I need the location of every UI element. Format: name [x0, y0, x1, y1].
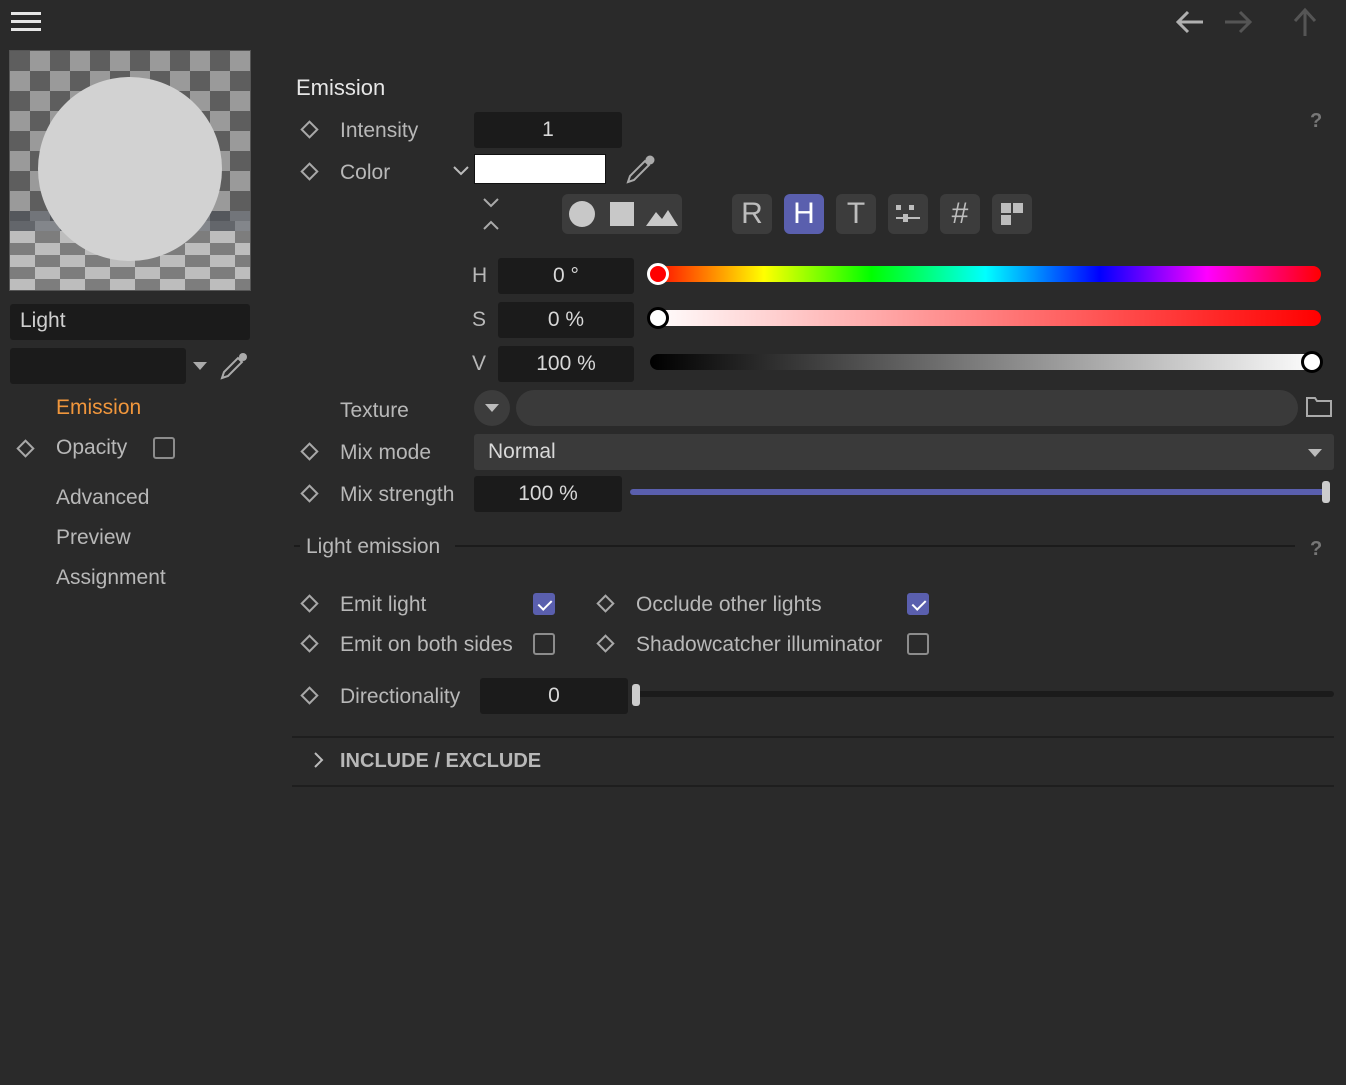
swatches-icon — [1001, 203, 1023, 225]
directionality-slider-track[interactable] — [636, 691, 1334, 697]
mix-mode-value: Normal — [488, 440, 556, 463]
nav-preview[interactable]: Preview — [56, 526, 131, 550]
color-label: Color — [340, 161, 391, 184]
mix-mode-label: Mix mode — [340, 441, 432, 464]
keyframe-diamond-icon[interactable] — [300, 594, 319, 613]
chevron-down-icon — [485, 404, 499, 412]
mixer-mode-button[interactable] — [888, 194, 928, 234]
keyframe-diamond-icon[interactable] — [16, 439, 35, 458]
mix-strength-slider-fill — [630, 489, 1330, 495]
emit-both-sides-checkbox[interactable] — [533, 633, 555, 655]
chevron-down-icon[interactable] — [193, 362, 207, 370]
emit-both-sides-label: Emit on both sides — [340, 633, 513, 656]
help-icon[interactable]: ? — [1310, 538, 1322, 561]
keyframe-diamond-icon[interactable] — [300, 484, 319, 503]
include-exclude-header[interactable]: INCLUDE / EXCLUDE — [340, 748, 541, 774]
v-field[interactable]: 100 % — [498, 346, 634, 382]
shadowcatcher-label: Shadowcatcher illuminator — [636, 633, 883, 656]
value-slider-knob[interactable] — [1301, 351, 1323, 373]
directionality-slider-handle[interactable] — [632, 684, 640, 706]
eyedropper-icon[interactable] — [624, 152, 658, 186]
rgb-mode-button[interactable]: R — [732, 194, 772, 234]
section-divider — [455, 545, 1295, 547]
arrow-up-icon[interactable] — [1290, 6, 1320, 38]
nav-advanced[interactable]: Advanced — [56, 486, 149, 510]
emit-light-label: Emit light — [340, 593, 427, 616]
color-swatch[interactable] — [474, 154, 606, 184]
hex-mode-button[interactable]: # — [940, 194, 980, 234]
hue-slider-knob[interactable] — [647, 263, 669, 285]
swatches-mode-button[interactable] — [992, 194, 1032, 234]
v-label: V — [472, 352, 487, 375]
section-divider — [294, 545, 300, 547]
section-divider — [292, 736, 1334, 738]
section-title-emission: Emission — [296, 75, 386, 100]
intensity-field[interactable]: 1 — [474, 112, 622, 148]
landscape-icon[interactable] — [646, 204, 678, 226]
sliders-icon — [896, 205, 920, 222]
nav-assignment[interactable]: Assignment — [56, 566, 166, 590]
hue-slider-track[interactable] — [650, 266, 1321, 282]
value-slider-track[interactable] — [650, 354, 1321, 370]
directionality-label: Directionality — [340, 685, 461, 708]
arrow-right-icon[interactable] — [1222, 8, 1254, 36]
keyframe-diamond-icon[interactable] — [300, 162, 319, 181]
arrow-left-icon[interactable] — [1174, 8, 1206, 36]
eyedropper-icon[interactable] — [218, 350, 250, 382]
chevron-down-icon — [1308, 449, 1322, 457]
collapse-expand-icon[interactable] — [480, 196, 502, 232]
preview-shape-group[interactable] — [562, 194, 682, 234]
keyframe-diamond-icon[interactable] — [300, 120, 319, 139]
temperature-mode-button[interactable]: T — [836, 194, 876, 234]
mix-strength-slider-handle[interactable] — [1322, 481, 1330, 503]
mix-strength-field[interactable]: 100 % — [474, 476, 622, 512]
occlude-checkbox[interactable] — [907, 593, 929, 615]
chevron-down-icon[interactable] — [452, 164, 470, 178]
keyframe-diamond-icon[interactable] — [300, 634, 319, 653]
h-field[interactable]: 0 ° — [498, 258, 634, 294]
s-field[interactable]: 0 % — [498, 302, 634, 338]
texture-path-field[interactable] — [516, 390, 1298, 426]
hsv-mode-button[interactable]: H — [784, 194, 824, 234]
shadowcatcher-checkbox[interactable] — [907, 633, 929, 655]
directionality-field[interactable]: 0 — [480, 678, 628, 714]
occlude-label: Occlude other lights — [636, 593, 822, 616]
opacity-checkbox[interactable] — [153, 437, 175, 459]
section-divider — [292, 785, 1334, 787]
sphere-icon[interactable] — [569, 201, 595, 227]
keyframe-diamond-icon[interactable] — [300, 442, 319, 461]
layer-select[interactable] — [10, 348, 186, 384]
keyframe-diamond-icon[interactable] — [300, 686, 319, 705]
s-label: S — [472, 308, 487, 331]
material-name-field[interactable]: Light — [10, 304, 250, 340]
square-icon[interactable] — [610, 202, 634, 226]
nav-opacity[interactable]: Opacity — [56, 436, 127, 460]
hamburger-icon[interactable] — [11, 10, 41, 34]
material-name: Light — [20, 309, 66, 332]
chevron-right-icon[interactable] — [312, 750, 326, 770]
material-preview — [9, 50, 251, 291]
h-label: H — [472, 264, 488, 287]
mix-mode-dropdown[interactable]: Normal — [474, 434, 1334, 470]
texture-menu-button[interactable] — [474, 390, 510, 426]
nav-emission[interactable]: Emission — [56, 396, 141, 420]
emit-light-checkbox[interactable] — [533, 593, 555, 615]
section-title-light-emission: Light emission — [306, 535, 441, 558]
mix-strength-label: Mix strength — [340, 483, 455, 506]
saturation-slider-knob[interactable] — [647, 307, 669, 329]
mix-strength-slider-track[interactable] — [630, 489, 1330, 495]
keyframe-diamond-icon[interactable] — [596, 594, 615, 613]
saturation-slider-track[interactable] — [650, 310, 1321, 326]
keyframe-diamond-icon[interactable] — [596, 634, 615, 653]
texture-label: Texture — [340, 399, 409, 422]
intensity-label: Intensity — [340, 119, 419, 142]
folder-icon[interactable] — [1305, 394, 1333, 418]
help-icon[interactable]: ? — [1310, 110, 1322, 133]
